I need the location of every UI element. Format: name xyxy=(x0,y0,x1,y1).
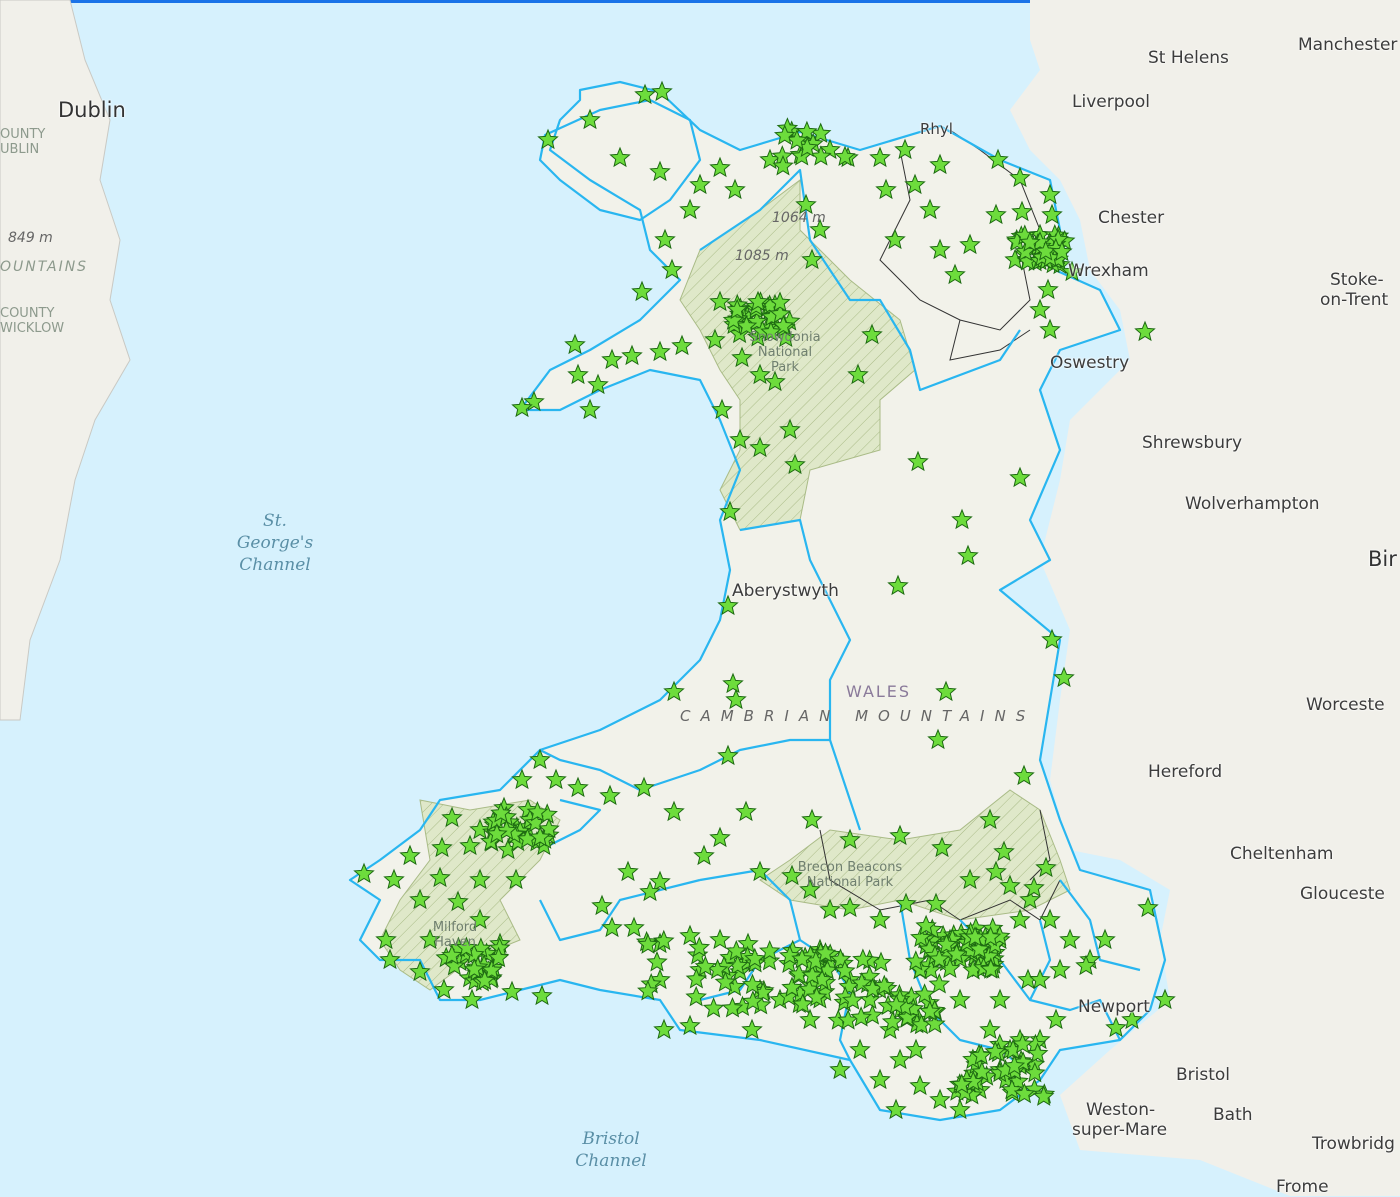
label-wolverhampton: Wolverhampton xyxy=(1185,494,1320,514)
label-rhyl: Rhyl xyxy=(920,120,953,138)
star-marker-icon[interactable] xyxy=(631,280,653,302)
label-manchester: Manchester xyxy=(1298,35,1398,55)
label-birmingham: Bir xyxy=(1368,547,1397,571)
label-elevation-849: 849 m xyxy=(8,230,53,246)
star-marker-icon[interactable] xyxy=(564,333,586,355)
label-cheltenham: Cheltenham xyxy=(1230,844,1334,864)
label-county-dublin-1: OUNTY xyxy=(0,127,46,142)
label-bath: Bath xyxy=(1213,1105,1253,1125)
map-canvas[interactable] xyxy=(0,0,1400,1196)
label-cambrian-mountains: CAMBRIAN MOUNTAINS xyxy=(680,707,1036,725)
label-st-georges-line-1: St. xyxy=(263,511,287,531)
label-liverpool: Liverpool xyxy=(1072,92,1151,112)
label-wales: WALES xyxy=(846,682,912,701)
label-st-helens: St Helens xyxy=(1148,48,1229,68)
label-county-wicklow-2: WICKLOW xyxy=(0,321,65,336)
label-gloucester: Glouceste xyxy=(1300,884,1385,904)
label-snowdonia-line-3: Park xyxy=(770,360,800,375)
label-worcester: Worceste xyxy=(1306,695,1385,715)
label-weston-1: Weston- xyxy=(1086,1100,1156,1120)
label-chester: Chester xyxy=(1098,208,1165,228)
label-frome: Frome xyxy=(1276,1177,1329,1197)
label-snowdonia-line-2: National xyxy=(757,345,813,360)
star-marker-icon[interactable] xyxy=(829,1058,851,1080)
label-dublin: Dublin xyxy=(58,98,126,122)
star-marker-icon[interactable] xyxy=(531,984,553,1006)
label-newport: Newport xyxy=(1078,997,1150,1017)
label-bristol-channel-line-2: Channel xyxy=(575,1151,647,1171)
label-wrexham: Wrexham xyxy=(1068,261,1149,281)
label-hereford: Hereford xyxy=(1148,762,1223,782)
label-st-georges-line-3: Channel xyxy=(239,555,311,575)
label-trowbridge: Trowbridg xyxy=(1312,1134,1395,1154)
label-st-georges-line-2: George's xyxy=(236,533,314,553)
label-stoke-1: Stoke- xyxy=(1330,270,1384,290)
label-elevation-1064: 1064 m xyxy=(772,210,826,226)
label-snowdonia-national-park: Snowdonia National Park xyxy=(740,330,830,375)
label-county-wicklow-1: COUNTY xyxy=(0,306,55,321)
label-brecon-beacons-national-park: Brecon Beacons National Park xyxy=(780,860,920,890)
label-mountains-ireland: OUNTAINS xyxy=(0,259,89,275)
label-oswestry: Oswestry xyxy=(1050,353,1130,373)
label-milford-line-1: Milford xyxy=(432,920,478,935)
star-marker-icon[interactable] xyxy=(653,1018,675,1040)
label-brecon-line-1: Brecon Beacons xyxy=(797,860,903,875)
label-snowdonia-line-1: Snowdonia xyxy=(749,330,821,345)
label-shrewsbury: Shrewsbury xyxy=(1142,433,1243,453)
label-milford-haven: Milford Haven xyxy=(425,920,485,950)
label-bristol-channel-line-1: Bristol xyxy=(582,1129,640,1149)
star-marker-icon[interactable] xyxy=(579,398,601,420)
label-bristol: Bristol xyxy=(1176,1065,1231,1085)
label-stoke-2: on-Trent xyxy=(1320,290,1389,310)
label-milford-line-2: Haven xyxy=(434,935,476,950)
label-st-georges-channel: St. George's Channel xyxy=(220,510,330,576)
label-brecon-line-2: National Park xyxy=(806,875,894,890)
label-county-dublin-2: UBLIN xyxy=(0,142,40,157)
label-bristol-channel: Bristol Channel xyxy=(556,1128,666,1172)
label-aberystwyth: Aberystwyth xyxy=(732,581,839,601)
label-elevation-1085: 1085 m xyxy=(735,248,789,264)
label-weston-2: super-Mare xyxy=(1072,1120,1168,1140)
